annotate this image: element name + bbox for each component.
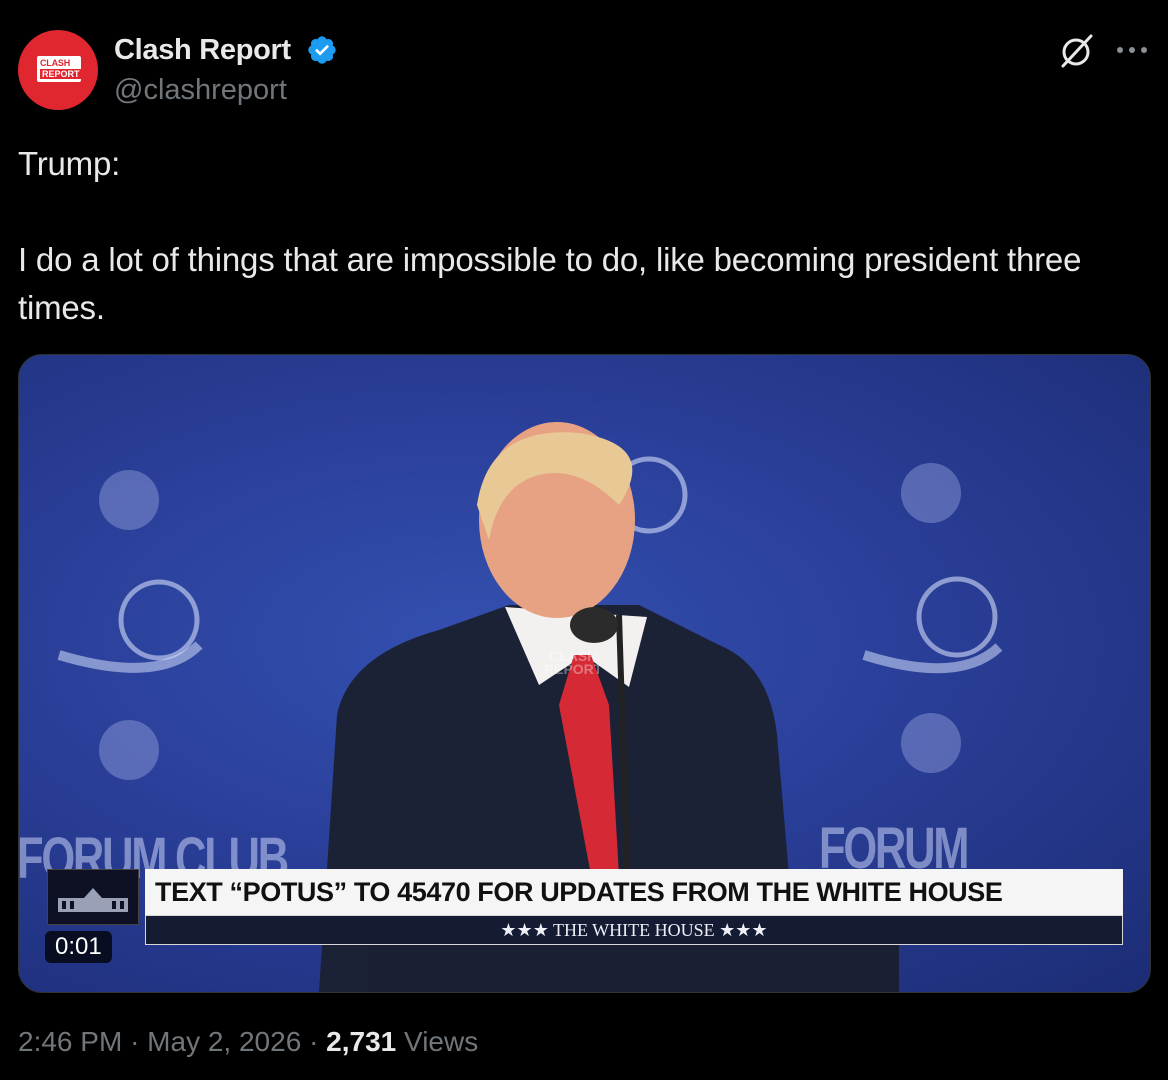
- banner-top: TEXT “POTUS” TO 45470 FOR UPDATES FROM T…: [145, 869, 1123, 915]
- avatar-logo-text-2: REPORT: [40, 69, 82, 79]
- tweet-text: Trump: I do a lot of things that are imp…: [18, 140, 1148, 332]
- tweet-text-line: Trump:: [18, 145, 121, 182]
- tweet-meta: 2:46 PM · May 2, 2026 · 2,731 Views: [18, 1026, 478, 1058]
- avatar-logo-text: CLASH: [40, 58, 70, 68]
- banner-bottom: ★★★ THE WHITE HOUSE ★★★: [145, 915, 1123, 945]
- banner-subtext: ★★★ THE WHITE HOUSE ★★★: [500, 920, 768, 940]
- post-date[interactable]: May 2, 2026: [147, 1026, 301, 1057]
- avatar[interactable]: CLASH REPORT: [18, 30, 98, 110]
- banner-text: TEXT “POTUS” TO 45470 FOR UPDATES FROM T…: [155, 877, 1003, 907]
- meta-separator: ·: [130, 1026, 140, 1057]
- views-label: Views: [404, 1026, 479, 1057]
- video-watermark: CLASH REPORT: [544, 649, 603, 677]
- video-player[interactable]: FORUM CLUB FORUM CLUB CLASH REPORT TEXT …: [18, 354, 1151, 993]
- watermark-line-2: REPORT: [544, 661, 603, 677]
- meta-separator: ·: [309, 1026, 319, 1057]
- more-icon[interactable]: [1114, 44, 1150, 56]
- views-count: 2,731: [326, 1026, 397, 1057]
- grok-icon[interactable]: [1057, 32, 1095, 70]
- verified-badge-icon: [308, 36, 336, 64]
- tweet-text-quote: I do a lot of things that are impossible…: [18, 241, 1082, 326]
- author-handle[interactable]: @clashreport: [114, 74, 287, 107]
- post-time[interactable]: 2:46 PM: [18, 1026, 122, 1057]
- white-house-thumbnail: [47, 869, 139, 925]
- lower-third-banner: TEXT “POTUS” TO 45470 FOR UPDATES FROM T…: [145, 869, 1123, 947]
- video-timestamp: 0:01: [45, 931, 112, 963]
- author-name[interactable]: Clash Report: [114, 34, 291, 67]
